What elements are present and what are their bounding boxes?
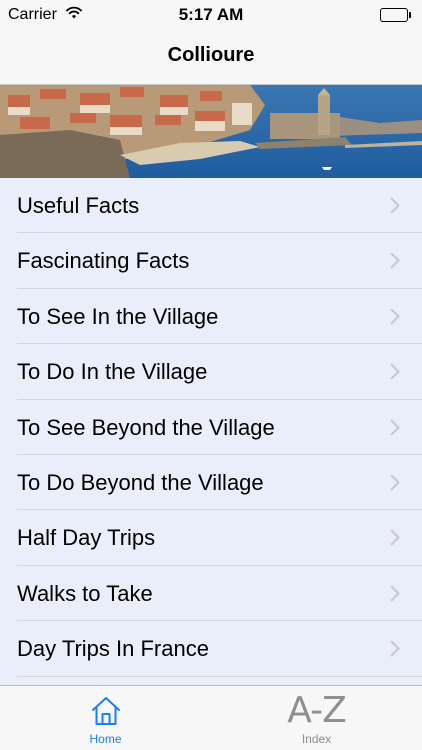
tab-home[interactable]: Home: [0, 686, 211, 750]
list-item-label: To See In the Village: [17, 303, 219, 329]
chevron-right-icon: [390, 252, 400, 269]
chevron-right-icon: [390, 474, 400, 491]
list-item-label: To Do Beyond the Village: [17, 469, 264, 495]
status-time: 5:17 AM: [178, 5, 244, 24]
list-item[interactable]: Useful Facts: [0, 178, 422, 234]
chevron-right-icon: [390, 308, 400, 325]
tab-index-label: Index: [301, 732, 332, 746]
list-item[interactable]: To See Beyond the Village: [0, 400, 422, 455]
tab-home-label: Home: [89, 732, 122, 746]
row-divider: [17, 675, 422, 677]
list-item[interactable]: Walks to Take: [0, 566, 422, 622]
list-item[interactable]: To See In the Village: [0, 289, 422, 345]
tab-index[interactable]: A-Z Index: [211, 686, 422, 750]
list-item-label: Useful Facts: [17, 193, 140, 218]
chevron-right-icon: [390, 419, 400, 436]
house-icon: [91, 697, 120, 725]
list-item-label: Day Trips In France: [17, 636, 209, 662]
list-item[interactable]: To Do In the Village: [0, 344, 422, 400]
list-item-label: Walks to Take: [17, 580, 153, 606]
chevron-right-icon: [390, 197, 400, 214]
list-item-label: To Do In the Village: [17, 359, 208, 385]
list-item[interactable]: To Do Beyond the Village: [0, 455, 422, 511]
a-z-icon: A-Z: [287, 690, 346, 731]
status-bar: Carrier 5:17 AM: [0, 0, 422, 30]
list-item[interactable]: Fascinating Facts: [0, 233, 422, 289]
banner-image: [0, 85, 422, 178]
list-item[interactable]: Half Day Trips: [0, 510, 422, 566]
chevron-right-icon: [390, 363, 400, 380]
menu-list: Useful Facts Fascinating Facts To See In t…: [0, 178, 422, 685]
page-title: Collioure: [167, 44, 255, 66]
battery-icon: [380, 8, 412, 22]
list-item-label: Half Day Trips: [17, 525, 156, 551]
chevron-right-icon: [390, 529, 400, 546]
list-item[interactable]: Day Trips In France: [0, 621, 422, 677]
list-item-label: Fascinating Facts: [17, 248, 190, 274]
navigation-bar: Collioure: [0, 30, 422, 85]
tab-bar: Home A-Z Index: [0, 685, 422, 750]
list-item-label: To See Beyond the Village: [17, 414, 275, 440]
chevron-right-icon: [390, 640, 400, 657]
chevron-right-icon: [390, 585, 400, 602]
